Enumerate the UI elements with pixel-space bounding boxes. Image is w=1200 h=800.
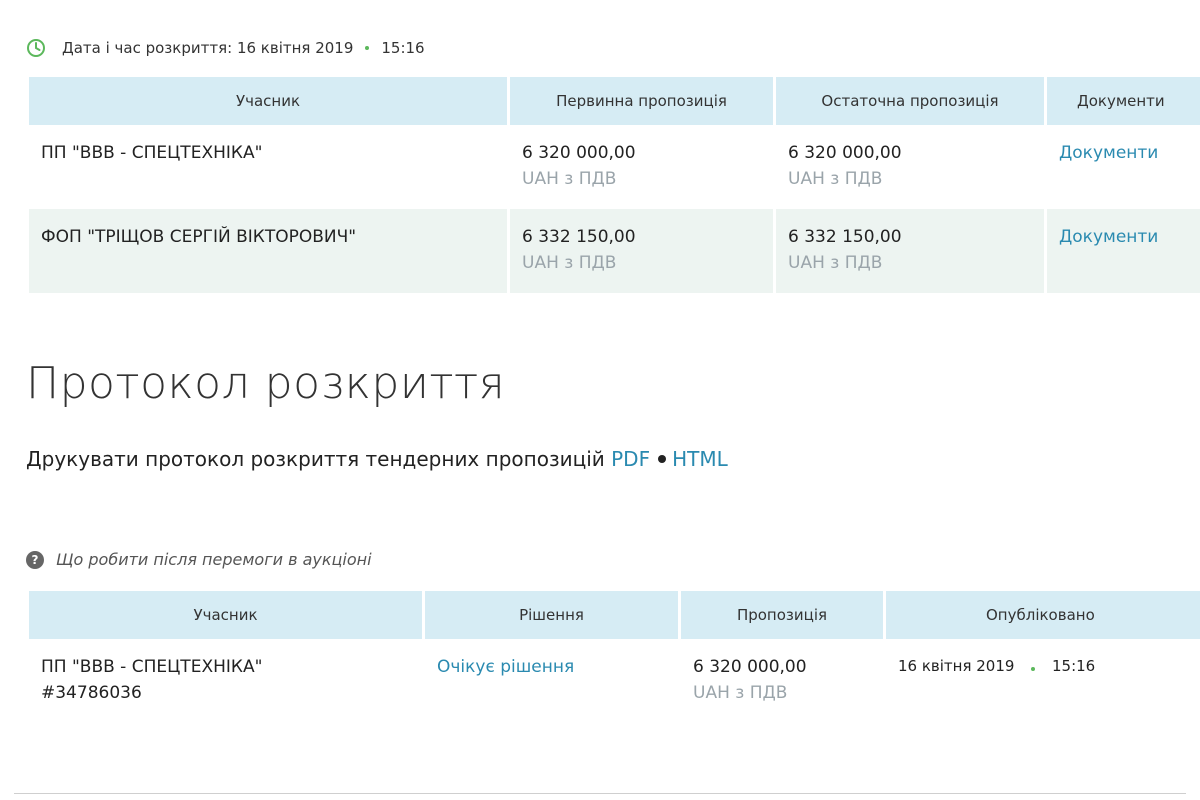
- initial-offer-cell: 6 332 150,00 UAH з ПДВ: [510, 209, 773, 293]
- final-offer-amount: 6 332 150,00: [788, 227, 902, 247]
- divider: [14, 793, 1186, 794]
- col-header-offer: Пропозиція: [681, 591, 883, 639]
- col-header-final-offer: Остаточна пропозиція: [776, 77, 1044, 125]
- participant-id: #34786036: [41, 683, 142, 703]
- help-link-row[interactable]: ? Що робити після перемоги в аукціоні: [26, 550, 372, 569]
- separator-dot: [658, 455, 667, 463]
- participant-name: ФОП "ТРІЩОВ СЕРГІЙ ВІКТОРОВИЧ": [29, 209, 507, 293]
- offer-cell: 6 320 000,00 UAH з ПДВ: [681, 639, 883, 735]
- initial-offer-currency: UAH з ПДВ: [522, 169, 617, 189]
- protocol-print-text: Друкувати протокол розкриття тендерних п…: [26, 447, 605, 471]
- participant-name: ПП "ВВВ - СПЕЦТЕХНІКА": [41, 143, 263, 163]
- protocol-print-line: Друкувати протокол розкриття тендерних п…: [26, 447, 728, 471]
- bids-table: Учасник Первинна пропозиція Остаточна пр…: [26, 77, 1200, 293]
- decision-cell: Очікує рішення: [425, 639, 678, 735]
- offer-amount: 6 320 000,00: [693, 657, 807, 677]
- opening-datetime: Дата і час розкриття: 16 квітня 2019 15:…: [26, 38, 425, 58]
- col-header-decision: Рішення: [425, 591, 678, 639]
- initial-offer-cell: 6 320 000,00 UAH з ПДВ: [510, 125, 773, 209]
- separator-dot: [365, 46, 370, 50]
- final-offer-amount: 6 320 000,00: [788, 143, 902, 163]
- col-header-participant: Учасник: [29, 77, 507, 125]
- documents-link[interactable]: Документи: [1059, 227, 1158, 247]
- decision-status-link[interactable]: Очікує рішення: [437, 657, 574, 677]
- documents-link[interactable]: Документи: [1059, 143, 1158, 163]
- clock-icon: [27, 39, 45, 57]
- documents-cell: Документи: [1047, 125, 1200, 209]
- participant-name: ПП "ВВВ - СПЕЦТЕХНІКА": [41, 657, 263, 677]
- initial-offer-currency: UAH з ПДВ: [522, 253, 617, 273]
- pdf-link[interactable]: PDF: [611, 447, 650, 471]
- opening-date-label: Дата і час розкриття: 16 квітня 2019: [62, 39, 354, 57]
- col-header-documents: Документи: [1047, 77, 1200, 125]
- table-row: ПП "ВВВ - СПЕЦТЕХНІКА" #34786036 Очікує …: [29, 639, 1200, 735]
- protocol-title: Протокол розкриття: [26, 358, 506, 409]
- help-link[interactable]: Що робити після перемоги в аукціоні: [56, 550, 372, 569]
- initial-offer-amount: 6 332 150,00: [522, 227, 636, 247]
- initial-offer-amount: 6 320 000,00: [522, 143, 636, 163]
- question-icon: ?: [26, 550, 44, 569]
- separator-dot: [1031, 667, 1036, 671]
- award-table: Учасник Рішення Пропозиція Опубліковано …: [26, 591, 1200, 735]
- documents-cell: Документи: [1047, 209, 1200, 293]
- html-link[interactable]: HTML: [672, 447, 728, 471]
- final-offer-cell: 6 320 000,00 UAH з ПДВ: [776, 125, 1044, 209]
- col-header-initial-offer: Первинна пропозиція: [510, 77, 773, 125]
- tender-page: Дата і час розкриття: 16 квітня 2019 15:…: [0, 0, 1200, 800]
- participant-cell: ПП "ВВВ - СПЕЦТЕХНІКА" #34786036: [29, 639, 422, 735]
- table-row: ФОП "ТРІЩОВ СЕРГІЙ ВІКТОРОВИЧ" 6 332 150…: [29, 209, 1200, 293]
- final-offer-currency: UAH з ПДВ: [788, 253, 883, 273]
- col-header-participant: Учасник: [29, 591, 422, 639]
- col-header-published: Опубліковано: [886, 591, 1200, 639]
- published-date: 16 квітня 2019: [898, 657, 1015, 675]
- final-offer-currency: UAH з ПДВ: [788, 169, 883, 189]
- table-row: ПП "ВВВ - СПЕЦТЕХНІКА" 6 320 000,00 UAH …: [29, 125, 1200, 209]
- published-cell: 16 квітня 2019 15:16: [886, 639, 1200, 735]
- opening-time: 15:16: [381, 39, 425, 57]
- published-time: 15:16: [1052, 657, 1096, 675]
- offer-currency: UAH з ПДВ: [693, 683, 788, 703]
- final-offer-cell: 6 332 150,00 UAH з ПДВ: [776, 209, 1044, 293]
